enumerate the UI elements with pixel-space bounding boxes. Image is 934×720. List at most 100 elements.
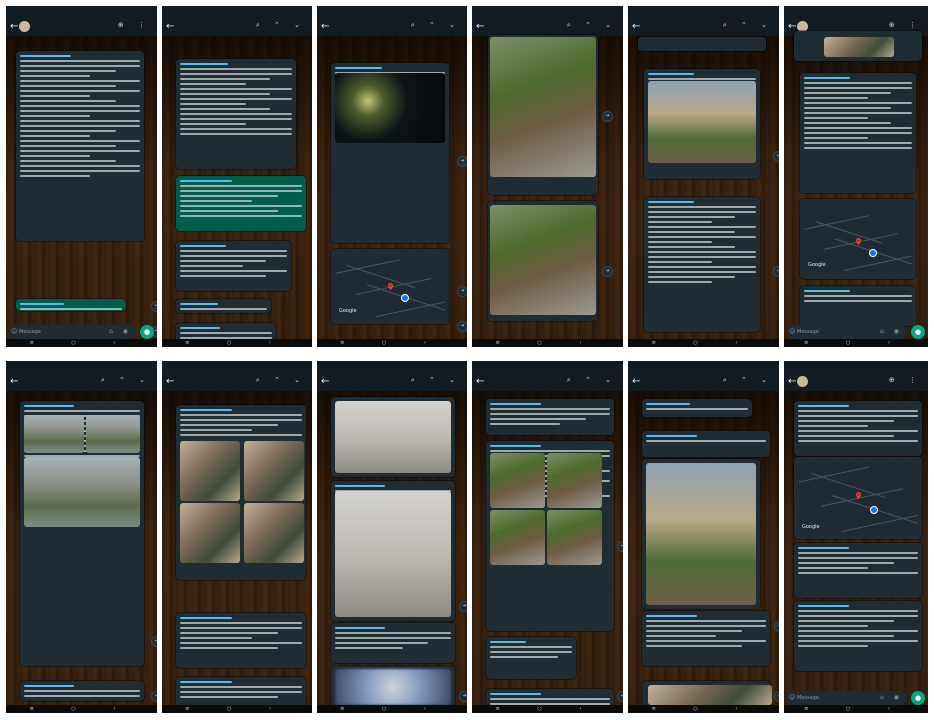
mic-button[interactable]: ● [911,691,925,705]
message-bubble[interactable] [176,241,291,291]
back-arrow-icon[interactable]: ← [476,20,484,34]
photo-attachment[interactable] [490,205,596,315]
message-bubble[interactable] [800,73,916,193]
back-arrow-icon[interactable]: ← [10,20,18,34]
message-input[interactable]: ☺ Message ⌂ ◉ [787,691,907,705]
photo-attachment[interactable] [824,37,894,57]
message-bubble[interactable] [176,176,306,231]
attach-camera-icon[interactable]: ⌂ ◉ [109,328,132,335]
photo-attachment[interactable] [180,441,240,501]
photo-attachment[interactable] [244,503,304,563]
forward-icon[interactable]: ➜ [928,301,929,312]
forward-icon[interactable]: ➜ [617,541,623,552]
message-bubble[interactable] [176,613,306,668]
location-map[interactable]: Google [335,257,445,317]
photo-attachment[interactable] [335,669,451,705]
message-bubble[interactable] [486,689,614,705]
back-arrow-icon[interactable]: ← [321,20,329,34]
back-arrow-icon[interactable]: ← [321,375,329,389]
back-arrow-icon[interactable]: ← [10,375,18,389]
photo-attachment[interactable] [547,510,602,565]
group-avatar[interactable] [797,376,808,387]
photo-attachment[interactable] [335,73,445,143]
forward-icon[interactable]: ➜ [312,301,313,312]
search-nav-icons[interactable]: ⌕ ⌃ ⌄ [723,21,773,30]
message-input[interactable]: ☺ Message ⌂ ◉ [9,325,136,339]
message-bubble[interactable] [794,543,922,598]
call-add-icon[interactable]: ⊕ ⋮ [118,21,151,29]
message-bubble[interactable] [176,59,296,169]
photo-attachment[interactable] [646,463,756,605]
forward-icon[interactable]: ➜ [602,111,613,122]
forward-icon[interactable]: ➜ [457,286,467,297]
forward-icon[interactable]: ➜ [774,691,779,702]
search-nav-icons[interactable]: ⌕ ⌃ ⌄ [256,376,306,385]
forward-icon[interactable]: ➜ [773,151,779,162]
photo-attachment[interactable] [180,503,240,563]
mic-button[interactable]: ● [911,325,925,339]
message-bubble[interactable] [794,601,922,671]
photo-attachment[interactable] [335,401,451,473]
message-bubble[interactable] [800,286,916,326]
message-bubble[interactable] [176,299,271,313]
message-bubble[interactable] [16,299,126,311]
photo-attachment[interactable] [648,685,772,705]
mic-button[interactable]: ● [140,325,154,339]
forward-icon[interactable]: ➜ [459,601,467,612]
search-nav-icons[interactable]: ⌕ ⌃ ⌄ [101,376,151,385]
forward-icon[interactable]: ➜ [774,621,779,632]
forward-icon[interactable]: ➜ [312,531,313,542]
search-nav-icons[interactable]: ⌕ ⌃ ⌄ [411,21,461,30]
back-arrow-icon[interactable]: ← [166,20,174,34]
message-bubble[interactable] [638,37,766,51]
location-map[interactable]: Google [798,463,918,533]
photo-attachment[interactable] [490,510,545,565]
message-bubble[interactable] [486,637,576,679]
forward-icon[interactable]: ➜ [602,266,613,277]
message-bubble[interactable] [642,399,752,417]
photo-attachment[interactable] [490,453,545,508]
emoji-icon[interactable]: ☺ [789,694,795,701]
search-nav-icons[interactable]: ⌕ ⌃ ⌄ [411,376,461,385]
forward-icon[interactable]: ➜ [151,301,157,312]
message-bubble[interactable] [794,401,922,456]
attach-camera-icon[interactable]: ⌂ ◉ [880,328,903,335]
photo-attachment[interactable] [648,81,756,163]
forward-icon[interactable]: ➜ [457,156,467,167]
message-bubble[interactable] [642,611,770,666]
back-arrow-icon[interactable]: ← [788,375,796,389]
photo-attachment[interactable] [490,37,596,177]
forward-icon[interactable]: ➜ [617,691,623,702]
attach-camera-icon[interactable]: ⌂ ◉ [880,694,903,701]
forward-icon[interactable]: ➜ [928,691,929,702]
search-nav-icons[interactable]: ⌕ ⌃ ⌄ [256,21,306,30]
search-nav-icons[interactable]: ⌕ ⌃ ⌄ [567,376,617,385]
call-add-icon[interactable]: ⊕ ⋮ [889,21,922,29]
message-bubble[interactable] [644,197,760,332]
location-map[interactable]: Google [804,213,912,271]
forward-icon[interactable]: ➜ [151,636,157,647]
photo-attachment[interactable] [335,491,451,617]
back-arrow-icon[interactable]: ← [632,375,640,389]
group-avatar[interactable] [19,21,30,32]
message-bubble[interactable] [16,51,144,241]
photo-attachment[interactable] [24,415,84,453]
forward-icon[interactable]: ➜ [312,691,313,702]
search-nav-icons[interactable]: ⌕ ⌃ ⌄ [723,376,773,385]
emoji-icon[interactable]: ☺ [789,328,795,335]
forward-icon[interactable]: ➜ [459,691,467,702]
message-bubble[interactable] [642,431,770,457]
search-nav-icons[interactable]: ⌕ ⌃ ⌄ [567,21,617,30]
photo-attachment[interactable] [547,453,602,508]
emoji-icon[interactable]: ☺ [11,328,17,335]
photo-attachment[interactable] [24,457,140,527]
message-bubble[interactable] [176,677,306,707]
message-bubble[interactable] [331,623,455,663]
forward-icon[interactable]: ➜ [457,321,467,332]
forward-icon[interactable]: ➜ [773,266,779,277]
back-arrow-icon[interactable]: ← [166,375,174,389]
call-add-icon[interactable]: ⊕ ⋮ [889,376,922,384]
back-arrow-icon[interactable]: ← [476,375,484,389]
forward-icon[interactable]: ➜ [151,691,157,702]
photo-attachment[interactable] [244,441,304,501]
